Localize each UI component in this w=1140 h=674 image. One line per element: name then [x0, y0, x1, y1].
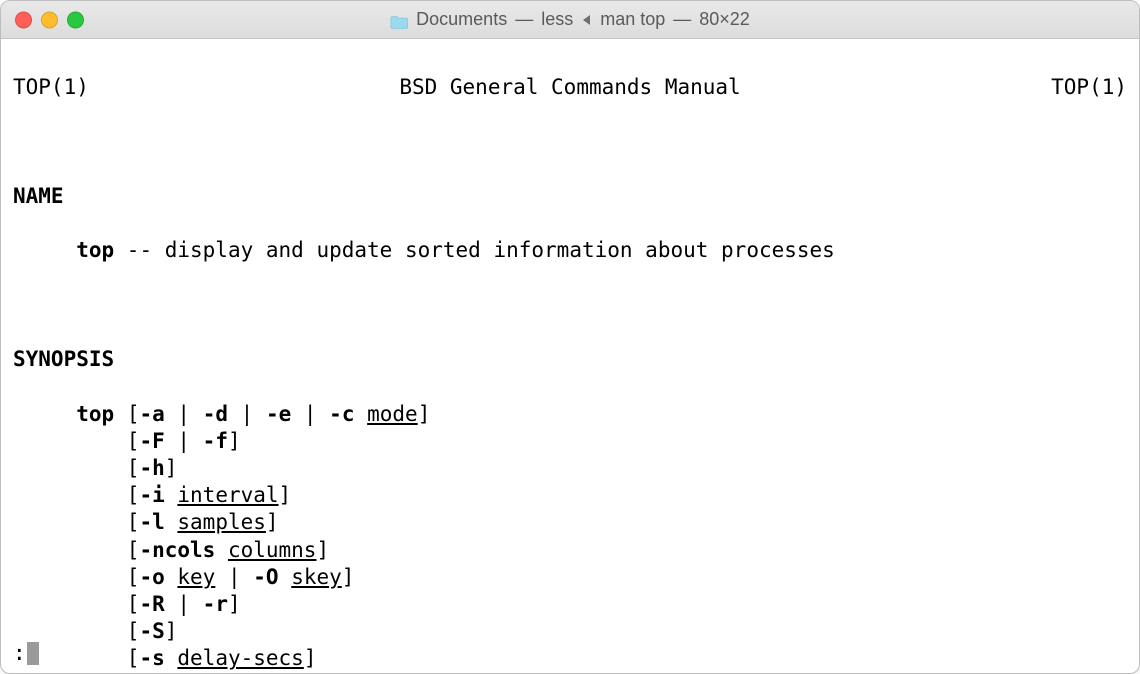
synopsis-line: [-S]	[13, 618, 1127, 645]
synopsis-text	[165, 510, 178, 534]
synopsis-flag: -o	[139, 565, 164, 589]
synopsis-text: [	[127, 538, 140, 562]
synopsis-arg: columns	[228, 538, 317, 562]
synopsis-flag: -R	[139, 592, 164, 616]
man-header-left: TOP(1)	[13, 74, 89, 101]
synopsis-arg: key	[177, 565, 215, 589]
terminal-window: Documents — less man top — 80×22 TOP(1) B…	[0, 0, 1140, 674]
blank-line	[13, 292, 1127, 319]
synopsis-line: [-o key | -O skey]	[13, 564, 1127, 591]
title-size: 80×22	[699, 9, 750, 30]
title-sep2: —	[673, 9, 691, 30]
synopsis-text: ]	[304, 646, 317, 670]
synopsis-text: ]	[418, 402, 431, 426]
synopsis-flag: -l	[139, 510, 164, 534]
man-header-right: TOP(1)	[1051, 74, 1127, 101]
synopsis-flag: -S	[139, 619, 164, 643]
synopsis-text: [	[127, 565, 140, 589]
synopsis-flag: -i	[139, 483, 164, 507]
man-header: TOP(1) BSD General Commands Manual TOP(1)	[13, 74, 1127, 101]
cursor-icon	[27, 642, 40, 665]
synopsis-arg: delay-secs	[177, 646, 303, 670]
synopsis-text	[165, 565, 178, 589]
synopsis-text	[165, 483, 178, 507]
synopsis-text: [	[127, 402, 140, 426]
synopsis-text	[215, 538, 228, 562]
triangle-left-icon	[583, 15, 590, 25]
traffic-lights	[15, 11, 84, 28]
section-name-header: NAME	[13, 183, 1127, 210]
name-line: top -- display and update sorted informa…	[13, 237, 1127, 264]
synopsis-text: [	[127, 510, 140, 534]
synopsis-flag: -f	[203, 429, 228, 453]
synopsis-text: ]	[316, 538, 329, 562]
synopsis-flag: -e	[266, 402, 291, 426]
synopsis-text: ]	[342, 565, 355, 589]
synopsis-text: ]	[279, 483, 292, 507]
synopsis-text: |	[165, 402, 203, 426]
synopsis-flag: -r	[203, 592, 228, 616]
synopsis-flag: -ncols	[139, 538, 215, 562]
close-icon[interactable]	[15, 11, 32, 28]
synopsis-text: [	[127, 619, 140, 643]
minimize-icon[interactable]	[41, 11, 58, 28]
synopsis-line: [-l samples]	[13, 509, 1127, 536]
synopsis-text: [	[127, 483, 140, 507]
synopsis-text: |	[291, 402, 329, 426]
man-header-center: BSD General Commands Manual	[399, 74, 740, 101]
synopsis-arg: mode	[367, 402, 418, 426]
synopsis-line: top [-a | -d | -e | -c mode]	[13, 401, 1127, 428]
title-proc: less	[541, 9, 573, 30]
folder-icon	[390, 13, 408, 27]
synopsis-text: ]	[228, 429, 241, 453]
synopsis-text: ]	[165, 456, 178, 480]
window-title: Documents — less man top — 80×22	[13, 9, 1127, 30]
synopsis-text: [	[127, 429, 140, 453]
synopsis-line: [-s delay-secs]	[13, 645, 1127, 672]
synopsis-line: [-ncols columns]	[13, 537, 1127, 564]
synopsis-flag: -O	[253, 565, 278, 589]
synopsis-text: ]	[228, 592, 241, 616]
synopsis-text: |	[228, 402, 266, 426]
synopsis-arg: interval	[177, 483, 278, 507]
synopsis-flag: -h	[139, 456, 164, 480]
title-sep: —	[515, 9, 533, 30]
synopsis-line: [-F | -f]	[13, 428, 1127, 455]
synopsis-text: [	[127, 456, 140, 480]
synopsis-line: [-i interval]	[13, 482, 1127, 509]
synopsis-text	[354, 402, 367, 426]
synopsis-text	[165, 646, 178, 670]
synopsis-text: |	[165, 592, 203, 616]
synopsis-flag: -d	[203, 402, 228, 426]
synopsis-flag: -a	[139, 402, 164, 426]
synopsis-flag: -s	[139, 646, 164, 670]
synopsis-arg: samples	[177, 510, 266, 534]
pager-prompt[interactable]: :	[13, 640, 39, 667]
section-synopsis-header: SYNOPSIS	[13, 346, 1127, 373]
synopsis-flag: -F	[139, 429, 164, 453]
terminal-content[interactable]: TOP(1) BSD General Commands ManualTOP(1) …	[1, 39, 1139, 673]
synopsis-flag: -c	[329, 402, 354, 426]
synopsis-line: [-R | -r]	[13, 591, 1127, 618]
synopsis-text: [	[127, 646, 140, 670]
synopsis-text: |	[165, 429, 203, 453]
synopsis-text: |	[215, 565, 253, 589]
synopsis-arg: skey	[291, 565, 342, 589]
synopsis-line: [-h]	[13, 455, 1127, 482]
synopsis-text: ]	[266, 510, 279, 534]
titlebar[interactable]: Documents — less man top — 80×22	[1, 1, 1139, 39]
synopsis-text: ]	[165, 619, 178, 643]
synopsis-text	[279, 565, 292, 589]
blank-line	[13, 129, 1127, 156]
zoom-icon[interactable]	[67, 11, 84, 28]
synopsis-cmd: top	[76, 402, 114, 426]
title-folder: Documents	[416, 9, 507, 30]
title-cmd: man top	[600, 9, 665, 30]
synopsis-text: [	[127, 592, 140, 616]
